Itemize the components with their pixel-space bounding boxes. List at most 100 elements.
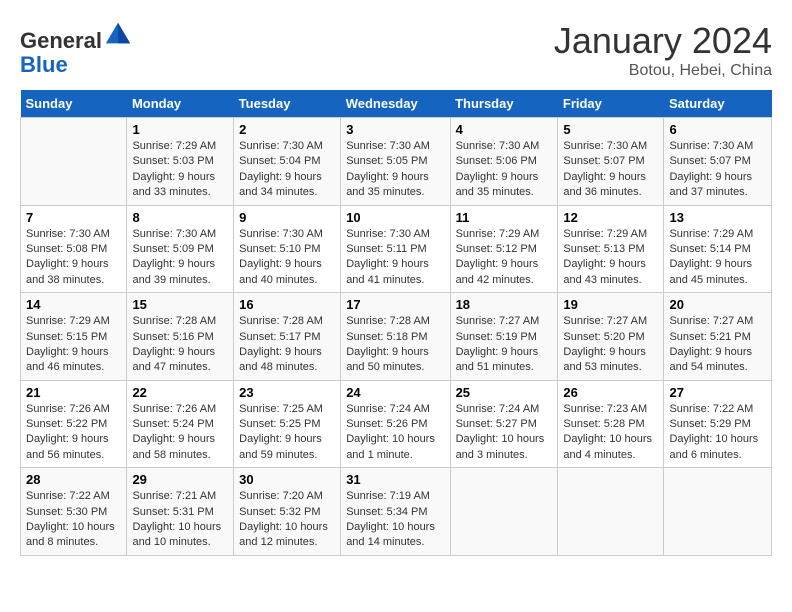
calendar-week-row: 28 Sunrise: 7:22 AM Sunset: 5:30 PM Dayli… [21, 468, 772, 556]
calendar-body: 1 Sunrise: 7:29 AM Sunset: 5:03 PM Daylig… [21, 118, 772, 556]
calendar-cell: 13 Sunrise: 7:29 AM Sunset: 5:14 PM Dayli… [664, 205, 772, 293]
day-info: Sunrise: 7:26 AM Sunset: 5:24 PM Dayligh… [132, 402, 228, 464]
day-number: 29 [132, 472, 228, 487]
day-info: Sunrise: 7:19 AM Sunset: 5:34 PM Dayligh… [346, 489, 444, 551]
day-info: Sunrise: 7:28 AM Sunset: 5:17 PM Dayligh… [239, 314, 335, 376]
day-number: 27 [669, 385, 766, 400]
logo-general: General [20, 28, 102, 53]
calendar-cell: 8Sunrise: 7:30 AM Sunset: 5:09 PM Daylig… [127, 205, 234, 293]
calendar-cell: 2Sunrise: 7:30 AM Sunset: 5:04 PM Daylig… [234, 118, 341, 206]
day-info: Sunrise: 7:24 AM Sunset: 5:27 PM Dayligh… [456, 402, 553, 464]
day-info: Sunrise: 7:22 AM Sunset: 5:30 PM Dayligh… [26, 489, 121, 551]
calendar-cell: 22Sunrise: 7:26 AM Sunset: 5:24 PM Dayli… [127, 380, 234, 468]
calendar-cell: 1 Sunrise: 7:29 AM Sunset: 5:03 PM Daylig… [127, 118, 234, 206]
day-number: 6 [669, 122, 766, 137]
calendar-week-row: 14 Sunrise: 7:29 AM Sunset: 5:15 PM Dayli… [21, 293, 772, 381]
day-number: 20 [669, 297, 766, 312]
day-number: 8 [132, 210, 228, 225]
calendar-cell: 6 Sunrise: 7:30 AM Sunset: 5:07 PM Daylig… [664, 118, 772, 206]
day-number: 24 [346, 385, 444, 400]
day-info: Sunrise: 7:25 AM Sunset: 5:25 PM Dayligh… [239, 402, 335, 464]
day-info: Sunrise: 7:21 AM Sunset: 5:31 PM Dayligh… [132, 489, 228, 551]
day-info: Sunrise: 7:29 AM Sunset: 5:15 PM Dayligh… [26, 314, 121, 376]
day-number: 23 [239, 385, 335, 400]
calendar-cell: 31 Sunrise: 7:19 AM Sunset: 5:34 PM Dayli… [341, 468, 450, 556]
calendar-cell: 27 Sunrise: 7:22 AM Sunset: 5:29 PM Dayli… [664, 380, 772, 468]
day-number: 28 [26, 472, 121, 487]
day-info: Sunrise: 7:27 AM Sunset: 5:19 PM Dayligh… [456, 314, 553, 376]
day-info: Sunrise: 7:30 AM Sunset: 5:04 PM Dayligh… [239, 139, 335, 201]
day-number: 13 [669, 210, 766, 225]
calendar-cell [558, 468, 664, 556]
day-number: 4 [456, 122, 553, 137]
day-info: Sunrise: 7:28 AM Sunset: 5:18 PM Dayligh… [346, 314, 444, 376]
day-number: 31 [346, 472, 444, 487]
weekday-header-cell: Saturday [664, 90, 772, 118]
day-info: Sunrise: 7:29 AM Sunset: 5:14 PM Dayligh… [669, 227, 766, 289]
page-title: January 2024 [554, 20, 772, 62]
page-header: General Blue January 2024 Botou, Hebei, … [20, 20, 772, 80]
day-info: Sunrise: 7:29 AM Sunset: 5:13 PM Dayligh… [563, 227, 658, 289]
day-number: 12 [563, 210, 658, 225]
calendar-cell: 11 Sunrise: 7:29 AM Sunset: 5:12 PM Dayli… [450, 205, 558, 293]
day-number: 14 [26, 297, 121, 312]
weekday-header-cell: Wednesday [341, 90, 450, 118]
day-number: 18 [456, 297, 553, 312]
day-number: 17 [346, 297, 444, 312]
calendar-cell: 15Sunrise: 7:28 AM Sunset: 5:16 PM Dayli… [127, 293, 234, 381]
day-info: Sunrise: 7:29 AM Sunset: 5:12 PM Dayligh… [456, 227, 553, 289]
day-number: 30 [239, 472, 335, 487]
weekday-header-cell: Sunday [21, 90, 127, 118]
day-number: 10 [346, 210, 444, 225]
calendar-cell: 28 Sunrise: 7:22 AM Sunset: 5:30 PM Dayli… [21, 468, 127, 556]
day-number: 16 [239, 297, 335, 312]
calendar-cell: 10 Sunrise: 7:30 AM Sunset: 5:11 PM Dayli… [341, 205, 450, 293]
calendar-cell [664, 468, 772, 556]
day-number: 7 [26, 210, 121, 225]
logo-blue: Blue [20, 52, 68, 77]
day-number: 25 [456, 385, 553, 400]
calendar-cell: 16 Sunrise: 7:28 AM Sunset: 5:17 PM Dayli… [234, 293, 341, 381]
day-info: Sunrise: 7:30 AM Sunset: 5:08 PM Dayligh… [26, 227, 121, 289]
calendar-cell: 18 Sunrise: 7:27 AM Sunset: 5:19 PM Dayli… [450, 293, 558, 381]
logo-icon [104, 20, 132, 48]
calendar-cell [450, 468, 558, 556]
weekday-header-cell: Monday [127, 90, 234, 118]
calendar-cell: 3Sunrise: 7:30 AM Sunset: 5:05 PM Daylig… [341, 118, 450, 206]
calendar-cell: 29 Sunrise: 7:21 AM Sunset: 5:31 PM Dayli… [127, 468, 234, 556]
day-info: Sunrise: 7:23 AM Sunset: 5:28 PM Dayligh… [563, 402, 658, 464]
day-info: Sunrise: 7:30 AM Sunset: 5:07 PM Dayligh… [669, 139, 766, 201]
calendar-cell: 21Sunrise: 7:26 AM Sunset: 5:22 PM Dayli… [21, 380, 127, 468]
day-number: 11 [456, 210, 553, 225]
calendar-cell: 20 Sunrise: 7:27 AM Sunset: 5:21 PM Dayli… [664, 293, 772, 381]
logo: General Blue [20, 20, 132, 77]
weekday-header-cell: Tuesday [234, 90, 341, 118]
page-subtitle: Botou, Hebei, China [554, 62, 772, 80]
day-info: Sunrise: 7:27 AM Sunset: 5:20 PM Dayligh… [563, 314, 658, 376]
calendar-cell: 14 Sunrise: 7:29 AM Sunset: 5:15 PM Dayli… [21, 293, 127, 381]
weekday-header-cell: Thursday [450, 90, 558, 118]
calendar-cell [21, 118, 127, 206]
calendar-cell: 7 Sunrise: 7:30 AM Sunset: 5:08 PM Daylig… [21, 205, 127, 293]
day-number: 5 [563, 122, 658, 137]
day-info: Sunrise: 7:28 AM Sunset: 5:16 PM Dayligh… [132, 314, 228, 376]
day-info: Sunrise: 7:30 AM Sunset: 5:10 PM Dayligh… [239, 227, 335, 289]
day-number: 26 [563, 385, 658, 400]
calendar-week-row: 21Sunrise: 7:26 AM Sunset: 5:22 PM Dayli… [21, 380, 772, 468]
day-number: 19 [563, 297, 658, 312]
day-info: Sunrise: 7:22 AM Sunset: 5:29 PM Dayligh… [669, 402, 766, 464]
day-info: Sunrise: 7:30 AM Sunset: 5:11 PM Dayligh… [346, 227, 444, 289]
calendar-cell: 12 Sunrise: 7:29 AM Sunset: 5:13 PM Dayli… [558, 205, 664, 293]
calendar-cell: 17 Sunrise: 7:28 AM Sunset: 5:18 PM Dayli… [341, 293, 450, 381]
day-info: Sunrise: 7:27 AM Sunset: 5:21 PM Dayligh… [669, 314, 766, 376]
calendar-cell: 23 Sunrise: 7:25 AM Sunset: 5:25 PM Dayli… [234, 380, 341, 468]
calendar-cell: 26 Sunrise: 7:23 AM Sunset: 5:28 PM Dayli… [558, 380, 664, 468]
calendar-week-row: 1 Sunrise: 7:29 AM Sunset: 5:03 PM Daylig… [21, 118, 772, 206]
calendar-cell: 25 Sunrise: 7:24 AM Sunset: 5:27 PM Dayli… [450, 380, 558, 468]
day-info: Sunrise: 7:24 AM Sunset: 5:26 PM Dayligh… [346, 402, 444, 464]
day-info: Sunrise: 7:29 AM Sunset: 5:03 PM Dayligh… [132, 139, 228, 201]
weekday-header-row: SundayMondayTuesdayWednesdayThursdayFrid… [21, 90, 772, 118]
day-number: 1 [132, 122, 228, 137]
calendar-cell: 4Sunrise: 7:30 AM Sunset: 5:06 PM Daylig… [450, 118, 558, 206]
title-block: January 2024 Botou, Hebei, China [554, 20, 772, 80]
